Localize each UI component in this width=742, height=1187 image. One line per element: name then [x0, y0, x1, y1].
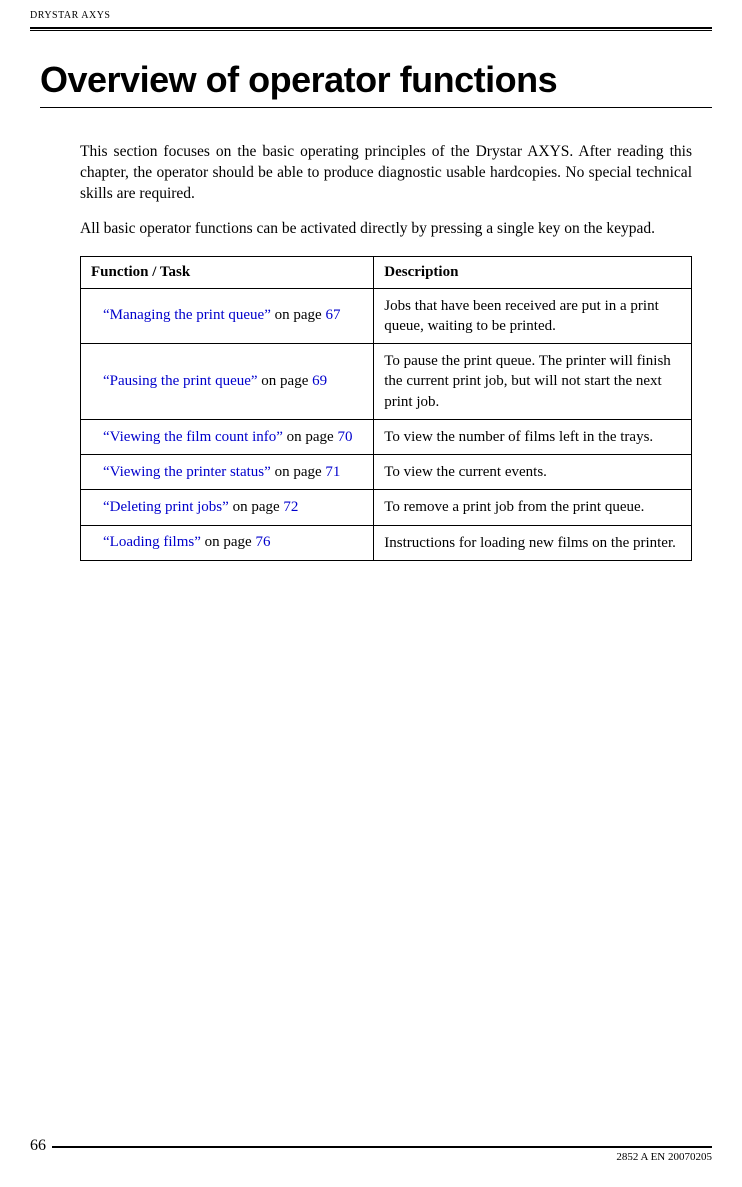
page-number-link[interactable]: 72: [283, 499, 298, 515]
description-cell: To remove a print job from the print que…: [374, 490, 692, 525]
page-number-link[interactable]: 70: [337, 429, 352, 445]
table-row: “Loading films” on page 76 Instructions …: [81, 525, 692, 560]
top-rule-thick: [30, 27, 712, 29]
function-cell: “Deleting print jobs” on page 72: [81, 490, 374, 525]
function-cell: “Viewing the film count info” on page 70: [81, 419, 374, 454]
page-title: Overview of operator functions: [30, 59, 712, 101]
description-cell: Jobs that have been received are put in …: [374, 288, 692, 344]
page-number-link[interactable]: 67: [325, 307, 340, 323]
function-cell: “Loading films” on page 76: [81, 525, 374, 560]
table-row: “Pausing the print queue” on page 69 To …: [81, 344, 692, 420]
header-product-label: DRYSTAR AXYS: [30, 10, 712, 21]
document-id: 2852 A EN 20070205: [616, 1151, 712, 1163]
cross-reference-link[interactable]: “Deleting print jobs”: [103, 499, 229, 515]
table-header-row: Function / Task Description: [81, 256, 692, 288]
cross-reference-link[interactable]: “Viewing the film count info”: [103, 429, 283, 445]
cross-reference-link[interactable]: “Pausing the print queue”: [103, 373, 258, 389]
cross-reference-link[interactable]: “Viewing the printer status”: [103, 464, 271, 480]
on-page-text: on page: [283, 429, 338, 445]
intro-paragraph-2: All basic operator functions can be acti…: [80, 219, 692, 240]
footer-row: 66 2852 A EN 20070205: [30, 1151, 712, 1169]
intro-paragraph-1: This section focuses on the basic operat…: [80, 142, 692, 205]
page-container: DRYSTAR AXYS Overview of operator functi…: [0, 0, 742, 1187]
function-cell: “Pausing the print queue” on page 69: [81, 344, 374, 420]
page-number: 66: [30, 1137, 52, 1155]
function-cell: “Viewing the printer status” on page 71: [81, 455, 374, 490]
page-number-link[interactable]: 71: [325, 464, 340, 480]
on-page-text: on page: [258, 373, 313, 389]
function-cell: “Managing the print queue” on page 67: [81, 288, 374, 344]
footer-rule: [30, 1146, 712, 1148]
on-page-text: on page: [201, 534, 256, 550]
on-page-text: on page: [271, 307, 326, 323]
page-number-link[interactable]: 69: [312, 373, 327, 389]
functions-table: Function / Task Description “Managing th…: [80, 256, 692, 561]
description-cell: To pause the print queue. The printer wi…: [374, 344, 692, 420]
table-row: “Deleting print jobs” on page 72 To remo…: [81, 490, 692, 525]
table-row: “Managing the print queue” on page 67 Jo…: [81, 288, 692, 344]
top-rule-thin: [30, 30, 712, 31]
cross-reference-link[interactable]: “Managing the print queue”: [103, 307, 271, 323]
table-row: “Viewing the printer status” on page 71 …: [81, 455, 692, 490]
on-page-text: on page: [229, 499, 284, 515]
description-cell: To view the number of films left in the …: [374, 419, 692, 454]
table-row: “Viewing the film count info” on page 70…: [81, 419, 692, 454]
page-footer: 66 2852 A EN 20070205: [0, 1146, 742, 1169]
col-header-description: Description: [374, 256, 692, 288]
on-page-text: on page: [271, 464, 326, 480]
cross-reference-link[interactable]: “Loading films”: [103, 534, 201, 550]
page-number-link[interactable]: 76: [255, 534, 270, 550]
description-cell: Instructions for loading new films on th…: [374, 525, 692, 560]
description-cell: To view the current events.: [374, 455, 692, 490]
col-header-function: Function / Task: [81, 256, 374, 288]
title-underline: [40, 107, 712, 108]
